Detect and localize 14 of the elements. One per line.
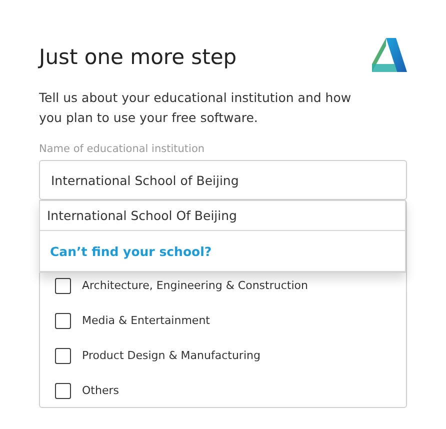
checkbox-label: Media & Entertainment — [82, 313, 210, 329]
field-label: Name of educational institution — [39, 142, 206, 156]
checkbox[interactable] — [55, 278, 71, 294]
intro-text: Tell us about your educational institution and how you plan to use your free software. — [39, 89, 352, 127]
suggestion-option[interactable]: International School Of Beijing — [40, 201, 405, 231]
checkbox-label: Product Design & Manufacturing — [82, 348, 260, 364]
checkbox-label: Others — [82, 383, 119, 399]
letter-a-logo — [372, 38, 407, 72]
checkbox[interactable] — [55, 383, 71, 399]
institution-field[interactable]: International School of Beijing — [39, 160, 407, 200]
checkbox[interactable] — [55, 348, 71, 364]
checkbox-label: Architecture, Engineering & Construction — [82, 278, 308, 294]
page-title: Just one more step — [39, 44, 237, 70]
checkbox[interactable] — [55, 313, 71, 329]
